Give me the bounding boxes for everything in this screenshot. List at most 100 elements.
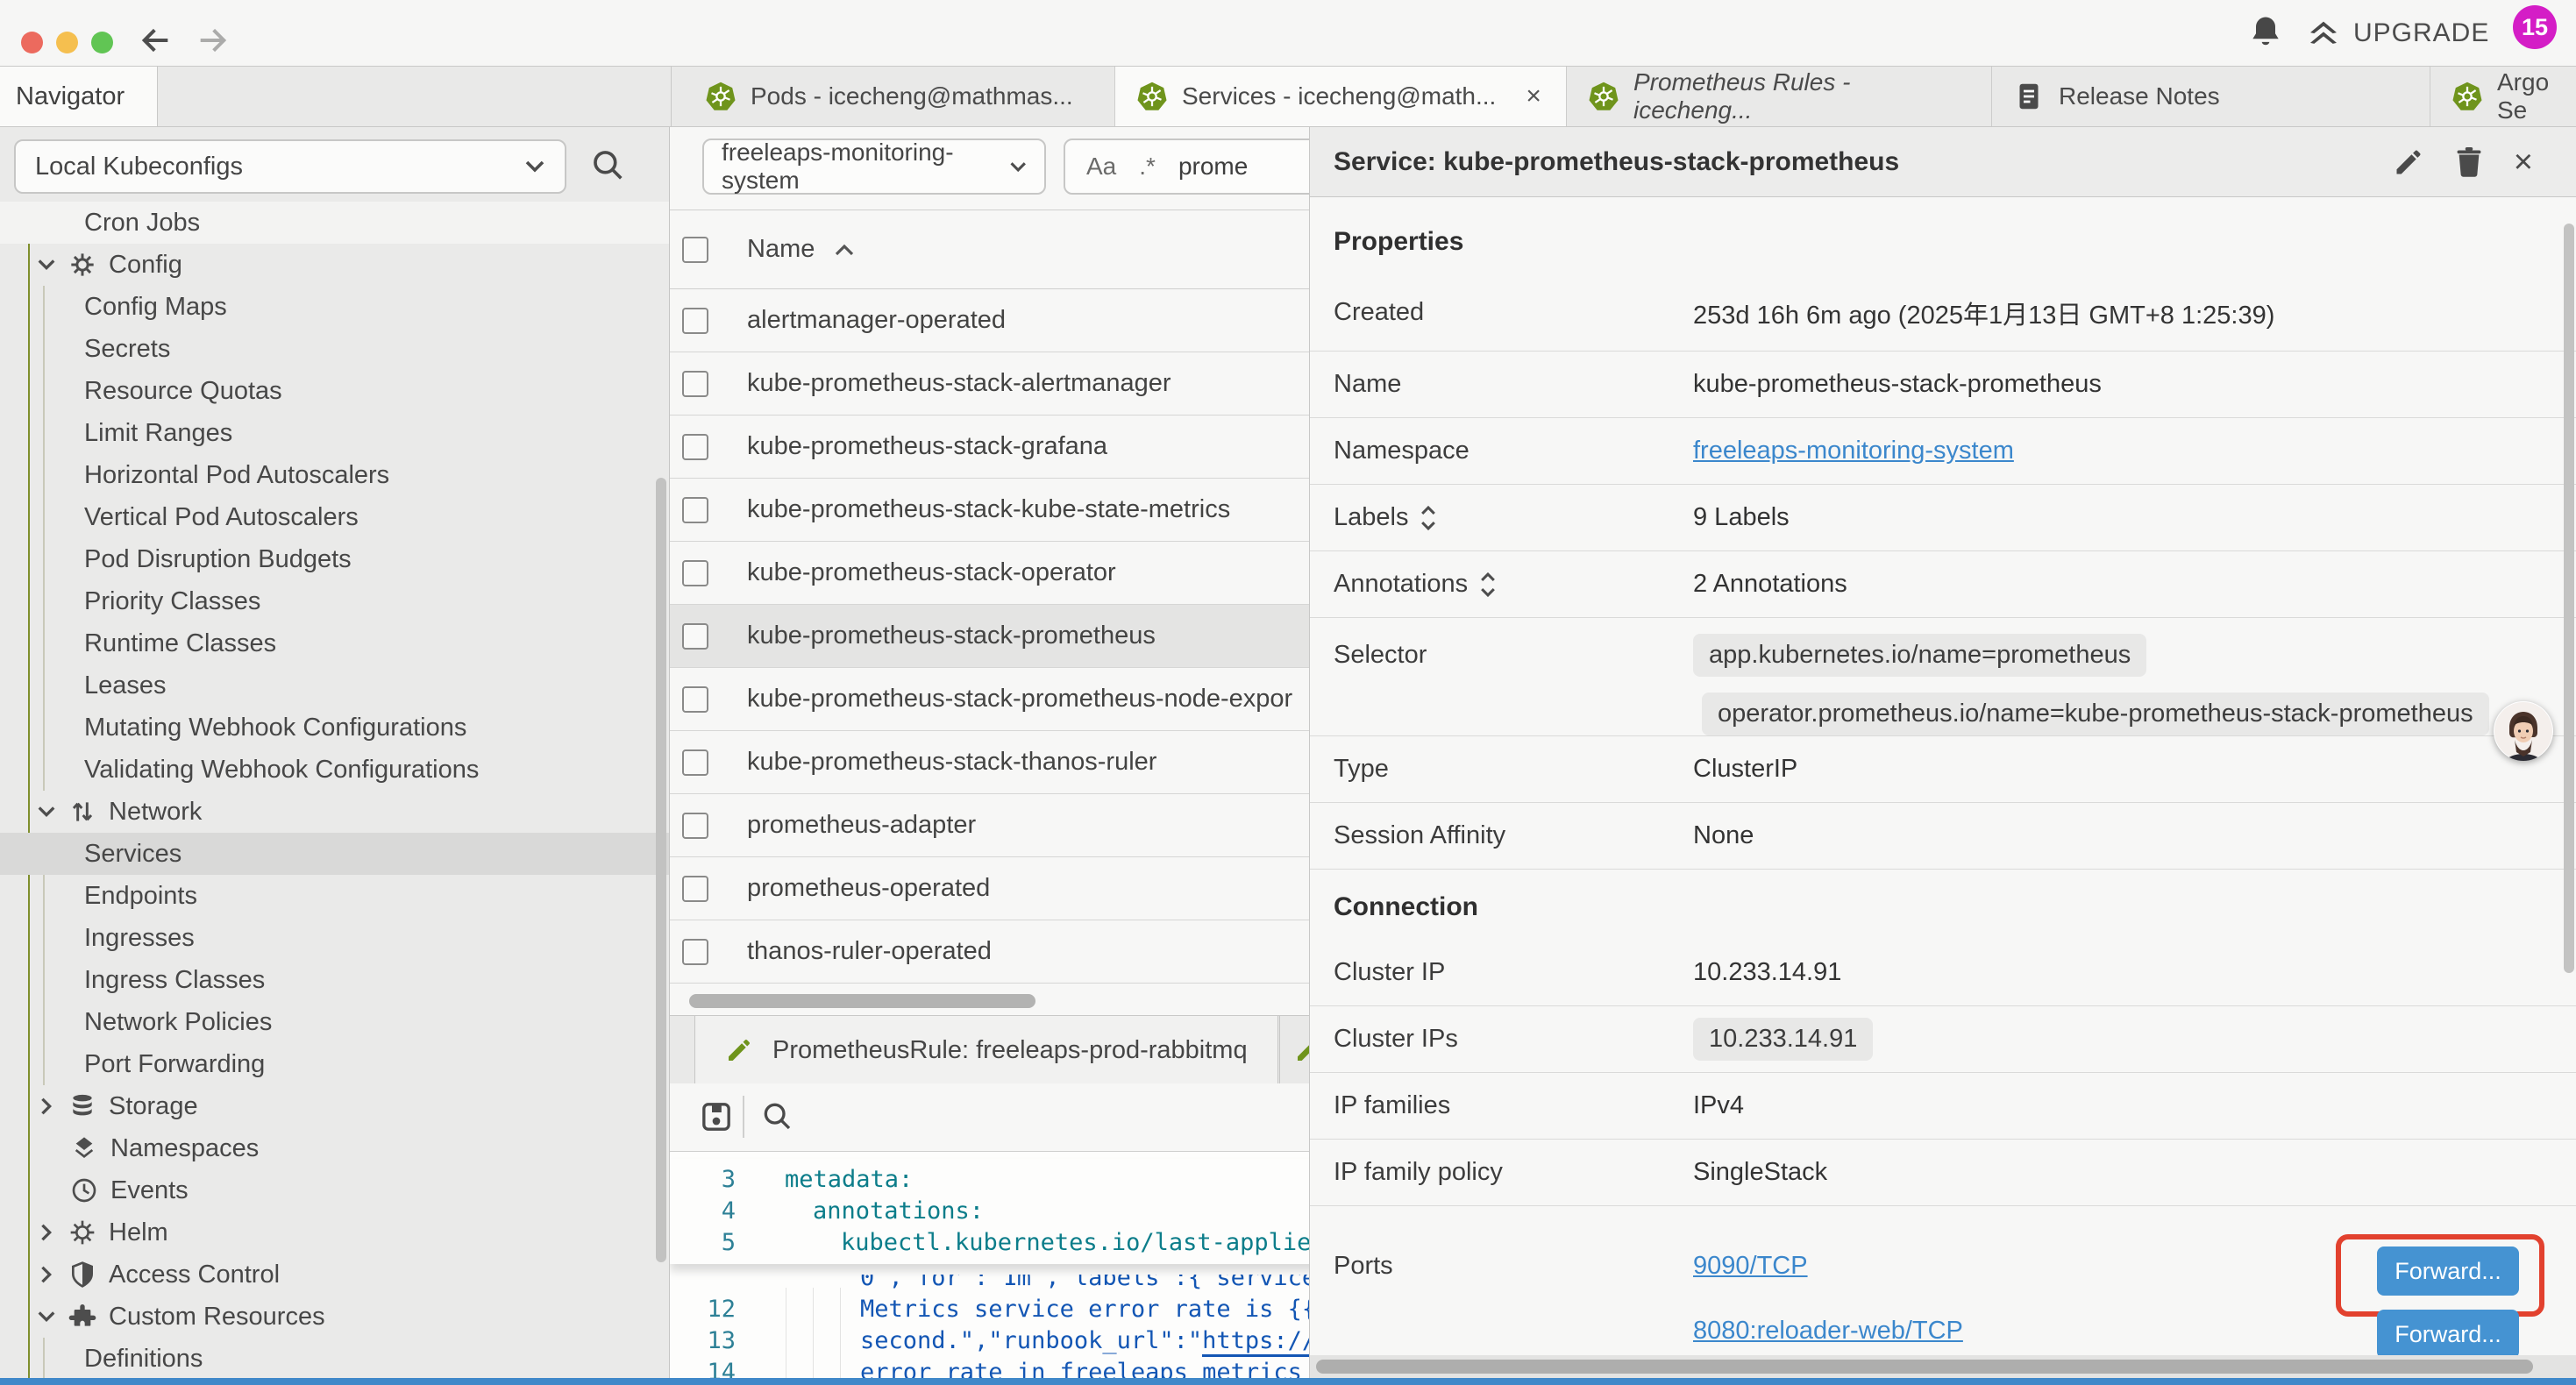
editor-search-icon[interactable] bbox=[760, 1099, 795, 1134]
sidebar-item-vertical-pod-autoscalers[interactable]: Vertical Pod Autoscalers bbox=[0, 496, 669, 538]
sidebar-item-ingress-classes[interactable]: Ingress Classes bbox=[0, 959, 669, 1001]
sidebar-item-definitions[interactable]: Definitions bbox=[0, 1338, 669, 1380]
property-row-namespace: Namespace freeleaps-monitoring-system bbox=[1310, 418, 2576, 485]
sidebar-item-services[interactable]: Services bbox=[0, 833, 669, 875]
forward-port-button[interactable]: Forward... bbox=[2377, 1310, 2519, 1359]
toolbar-divider bbox=[743, 1096, 744, 1138]
close-tab-icon[interactable]: × bbox=[1526, 82, 1541, 111]
gear-icon bbox=[68, 251, 96, 279]
row-checkbox[interactable] bbox=[682, 560, 708, 586]
namespace-link[interactable]: freeleaps-monitoring-system bbox=[1693, 437, 2014, 465]
connection-row-cluster-ips: Cluster IPs 10.233.14.91 bbox=[1310, 1006, 2576, 1073]
close-icon[interactable]: × bbox=[2514, 146, 2533, 179]
sidebar-scrollbar[interactable] bbox=[656, 478, 666, 1262]
trash-icon[interactable] bbox=[2454, 146, 2484, 179]
kubernetes-icon bbox=[2451, 81, 2483, 112]
panel-horizontal-scrollbar[interactable] bbox=[1310, 1355, 2576, 1378]
namespace-select[interactable]: freeleaps-monitoring-system bbox=[702, 138, 1046, 195]
row-checkbox[interactable] bbox=[682, 939, 708, 965]
avatar-face bbox=[2494, 701, 2553, 761]
sidebar-item-priority-classes[interactable]: Priority Classes bbox=[0, 580, 669, 622]
chevron-right-icon bbox=[37, 1097, 56, 1116]
save-icon[interactable] bbox=[699, 1099, 734, 1134]
kubeconfig-context-select[interactable]: Local Kubeconfigs bbox=[14, 139, 566, 194]
sidebar-item-port-forwarding[interactable]: Port Forwarding bbox=[0, 1043, 669, 1085]
sidebar-item-network-policies[interactable]: Network Policies bbox=[0, 1001, 669, 1043]
dock-tab-prometheusrule[interactable]: PrometheusRule: freeleaps-prod-rabbitmq bbox=[694, 1016, 1278, 1084]
cluster-ip-chip: 10.233.14.91 bbox=[1693, 1018, 1873, 1061]
sidebar-item-runtime-classes[interactable]: Runtime Classes bbox=[0, 622, 669, 664]
property-row-session-affinity: Session Affinity None bbox=[1310, 803, 2576, 870]
port-link-8080[interactable]: 8080:reloader-web/TCP bbox=[1693, 1317, 1963, 1346]
tab-pods[interactable]: Pods - icecheng@mathmas... bbox=[684, 67, 1115, 126]
sidebar-item-ingresses[interactable]: Ingresses bbox=[0, 917, 669, 959]
minimize-window-button[interactable] bbox=[56, 32, 78, 53]
sidebar-item-events[interactable]: Events bbox=[0, 1169, 669, 1211]
sidebar-item-leases[interactable]: Leases bbox=[0, 664, 669, 707]
service-detail-panel: Service: kube-prometheus-stack-prometheu… bbox=[1309, 127, 2576, 1385]
sidebar-item-namespaces[interactable]: Namespaces bbox=[0, 1127, 669, 1169]
select-all-checkbox[interactable] bbox=[682, 237, 708, 263]
sidebar-item-cron-jobs[interactable]: Cron Jobs bbox=[0, 202, 669, 244]
forward-icon[interactable] bbox=[195, 23, 230, 58]
notification-count-badge[interactable]: 15 bbox=[2513, 5, 2557, 49]
port-link-9090[interactable]: 9090/TCP bbox=[1693, 1252, 1808, 1281]
back-icon[interactable] bbox=[139, 23, 174, 58]
regex-toggle[interactable]: .* bbox=[1139, 153, 1156, 181]
sidebar-group-network[interactable]: Network bbox=[0, 791, 669, 833]
row-checkbox[interactable] bbox=[682, 308, 708, 334]
search-icon[interactable] bbox=[589, 146, 628, 185]
tab-prometheus-rules[interactable]: Prometheus Rules - icecheng... bbox=[1567, 67, 1992, 126]
row-checkbox[interactable] bbox=[682, 371, 708, 397]
namespaces-icon bbox=[70, 1134, 98, 1162]
row-checkbox[interactable] bbox=[682, 876, 708, 902]
clock-icon bbox=[70, 1176, 98, 1204]
maximize-window-button[interactable] bbox=[91, 32, 113, 53]
sidebar-item-resource-quotas[interactable]: Resource Quotas bbox=[0, 370, 669, 412]
sidebar-item-mutating-webhook-configurations[interactable]: Mutating Webhook Configurations bbox=[0, 707, 669, 749]
sidebar-item-endpoints[interactable]: Endpoints bbox=[0, 875, 669, 917]
column-header-name[interactable]: Name bbox=[747, 235, 815, 264]
sidebar-item-secrets[interactable]: Secrets bbox=[0, 328, 669, 370]
sidebar-group-access-control[interactable]: Access Control bbox=[0, 1254, 669, 1296]
expand-collapse-icon[interactable] bbox=[1419, 503, 1438, 533]
sidebar-item-validating-webhook-configurations[interactable]: Validating Webhook Configurations bbox=[0, 749, 669, 791]
puzzle-icon bbox=[68, 1303, 96, 1331]
row-checkbox[interactable] bbox=[682, 434, 708, 460]
panel-vertical-scrollbar[interactable] bbox=[2564, 224, 2574, 973]
document-icon bbox=[2013, 81, 2045, 112]
sidebar-item-horizontal-pod-autoscalers[interactable]: Horizontal Pod Autoscalers bbox=[0, 454, 669, 496]
connection-row-cluster-ip: Cluster IP 10.233.14.91 bbox=[1310, 940, 2576, 1006]
sidebar-group-storage[interactable]: Storage bbox=[0, 1085, 669, 1127]
tab-services[interactable]: Services - icecheng@math... × bbox=[1115, 67, 1567, 126]
app-window: UPGRADE 15 Navigator Pods - icecheng@mat… bbox=[0, 0, 2576, 1385]
notifications-bell-icon[interactable] bbox=[2246, 11, 2285, 53]
row-checkbox[interactable] bbox=[682, 497, 708, 523]
assistant-avatar[interactable] bbox=[2494, 701, 2553, 761]
forward-port-button[interactable]: Forward... bbox=[2377, 1246, 2519, 1296]
sidebar-group-custom-resources[interactable]: Custom Resources bbox=[0, 1296, 669, 1338]
close-window-button[interactable] bbox=[21, 32, 43, 53]
row-checkbox[interactable] bbox=[682, 749, 708, 776]
sidebar-group-helm[interactable]: Helm bbox=[0, 1211, 669, 1254]
row-checkbox[interactable] bbox=[682, 813, 708, 839]
edit-pencil-icon[interactable] bbox=[2393, 146, 2424, 178]
property-row-type: Type ClusterIP bbox=[1310, 736, 2576, 803]
navigator-panel-tab[interactable]: Navigator bbox=[0, 67, 158, 126]
match-case-toggle[interactable]: Aa bbox=[1086, 153, 1116, 181]
row-checkbox[interactable] bbox=[682, 623, 708, 650]
row-checkbox[interactable] bbox=[682, 686, 708, 713]
expand-collapse-icon[interactable] bbox=[1478, 570, 1498, 600]
chevron-down-icon bbox=[524, 160, 545, 174]
sidebar-group-config[interactable]: Config bbox=[0, 244, 669, 286]
tab-argo[interactable]: Argo Se bbox=[2430, 67, 2576, 126]
network-updown-icon bbox=[68, 798, 96, 826]
sidebar-item-config-maps[interactable]: Config Maps bbox=[0, 286, 669, 328]
window-titlebar: UPGRADE 15 bbox=[0, 0, 2576, 66]
search-input[interactable] bbox=[1178, 153, 1310, 181]
sidebar-item-limit-ranges[interactable]: Limit Ranges bbox=[0, 412, 669, 454]
property-row-labels: Labels 9 Labels bbox=[1310, 485, 2576, 551]
tab-release-notes[interactable]: Release Notes bbox=[1992, 67, 2430, 126]
sidebar-item-pod-disruption-budgets[interactable]: Pod Disruption Budgets bbox=[0, 538, 669, 580]
upgrade-button[interactable]: UPGRADE bbox=[2306, 16, 2489, 51]
